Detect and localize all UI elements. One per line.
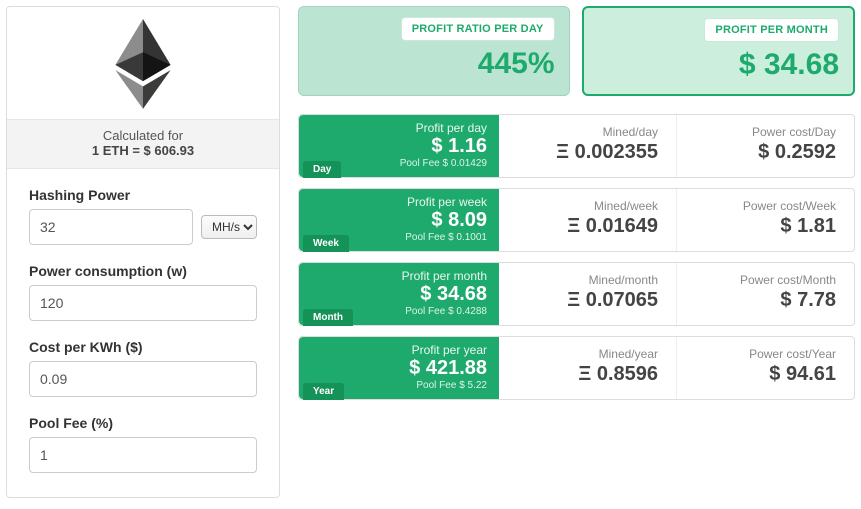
profit-per-month-card: PROFIT PER MONTH $ 34.68 [582,6,856,96]
hashing-power-input[interactable] [29,209,193,245]
profit-label-week: Profit per week [311,195,487,209]
power-label-month: Power cost/Month [687,273,836,287]
profit-ratio-label: PROFIT RATIO PER DAY [401,17,555,41]
mined-cell-day: Mined/day Ξ 0.002355 [499,115,677,177]
row-week: Week Profit per week $ 8.09 Pool Fee $ 0… [298,188,855,252]
mined-value-year: Ξ 0.8596 [509,363,658,386]
mined-label-year: Mined/year [509,347,658,361]
profit-ratio-value: 445% [313,47,555,81]
power-cell-day: Power cost/Day $ 0.2592 [677,115,854,177]
right-panel: PROFIT RATIO PER DAY 445% PROFIT PER MON… [280,6,855,498]
power-label-year: Power cost/Year [687,347,836,361]
period-tag-year: Year [303,383,344,400]
profit-cell-week: Week Profit per week $ 8.09 Pool Fee $ 0… [299,189,499,251]
mined-cell-week: Mined/week Ξ 0.01649 [499,189,677,251]
mined-value-week: Ξ 0.01649 [509,215,658,238]
power-consumption-label: Power consumption (w) [29,263,257,279]
power-cell-month: Power cost/Month $ 7.78 [677,263,854,325]
period-tag-day: Day [303,161,341,178]
profit-cell-day: Day Profit per day $ 1.16 Pool Fee $ 0.0… [299,115,499,177]
profit-value-day: $ 1.16 [311,136,487,157]
pool-fee-input[interactable] [29,437,257,473]
hashing-power-label: Hashing Power [29,187,257,203]
hashing-unit-select[interactable]: MH/s [201,215,257,239]
cost-per-kwh-field: Cost per KWh ($) [29,339,257,397]
profit-value-month: $ 34.68 [311,284,487,305]
top-cards: PROFIT RATIO PER DAY 445% PROFIT PER MON… [298,6,855,96]
left-panel: Calculated for 1 ETH = $ 606.93 Hashing … [6,6,280,498]
profit-cell-year: Year Profit per year $ 421.88 Pool Fee $… [299,337,499,399]
row-day: Day Profit per day $ 1.16 Pool Fee $ 0.0… [298,114,855,178]
power-cell-week: Power cost/Week $ 1.81 [677,189,854,251]
power-value-day: $ 0.2592 [687,141,836,164]
period-tag-month: Month [303,309,353,326]
mined-label-week: Mined/week [509,199,658,213]
power-consumption-input[interactable] [29,285,257,321]
profit-value-year: $ 421.88 [311,358,487,379]
cost-per-kwh-label: Cost per KWh ($) [29,339,257,355]
profit-ratio-card: PROFIT RATIO PER DAY 445% [298,6,570,96]
row-year: Year Profit per year $ 421.88 Pool Fee $… [298,336,855,400]
row-month: Month Profit per month $ 34.68 Pool Fee … [298,262,855,326]
power-cell-year: Power cost/Year $ 94.61 [677,337,854,399]
pool-fee-field: Pool Fee (%) [29,415,257,473]
ethereum-icon [115,19,171,109]
profit-per-month-label: PROFIT PER MONTH [704,18,839,42]
profit-per-month-value: $ 34.68 [598,48,840,82]
mined-label-day: Mined/day [509,125,658,139]
power-value-week: $ 1.81 [687,215,836,238]
hashing-power-field: Hashing Power MH/s [29,187,257,245]
mined-value-day: Ξ 0.002355 [509,141,658,164]
profit-label-day: Profit per day [311,121,487,135]
profit-value-week: $ 8.09 [311,210,487,231]
profit-label-year: Profit per year [311,343,487,357]
mined-cell-month: Mined/month Ξ 0.07065 [499,263,677,325]
profit-cell-month: Month Profit per month $ 34.68 Pool Fee … [299,263,499,325]
power-value-year: $ 94.61 [687,363,836,386]
power-label-week: Power cost/Week [687,199,836,213]
period-tag-week: Week [303,235,349,252]
calculated-for-banner: Calculated for 1 ETH = $ 606.93 [7,119,279,169]
cost-per-kwh-input[interactable] [29,361,257,397]
power-value-month: $ 7.78 [687,289,836,312]
pool-fee-label: Pool Fee (%) [29,415,257,431]
calculated-for-label: Calculated for [7,128,279,143]
profit-label-month: Profit per month [311,269,487,283]
power-consumption-field: Power consumption (w) [29,263,257,321]
input-form: Hashing Power MH/s Power consumption (w)… [7,169,279,509]
mined-value-month: Ξ 0.07065 [509,289,658,312]
eth-rate: 1 ETH = $ 606.93 [7,143,279,158]
mined-cell-year: Mined/year Ξ 0.8596 [499,337,677,399]
mined-label-month: Mined/month [509,273,658,287]
power-label-day: Power cost/Day [687,125,836,139]
logo-row [7,7,279,119]
